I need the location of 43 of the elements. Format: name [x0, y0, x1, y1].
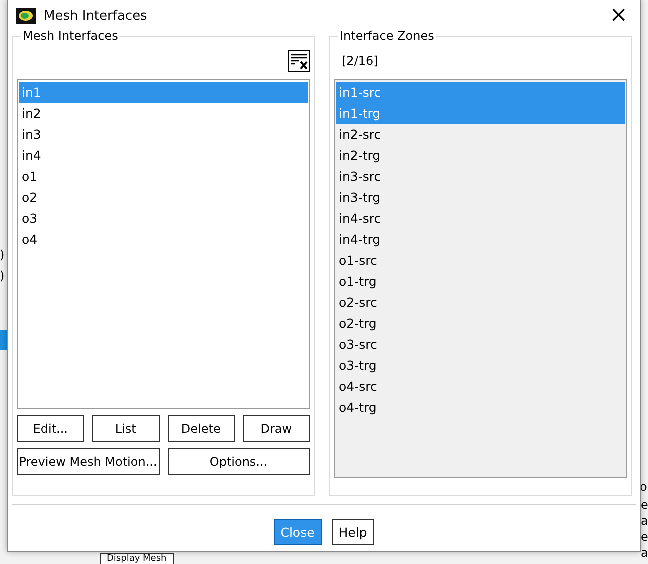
list-item[interactable]: in4-trg	[336, 229, 625, 250]
background-text: )	[0, 248, 5, 262]
list-item[interactable]: o1-src	[336, 250, 625, 271]
background-text: e	[641, 498, 648, 512]
list-item[interactable]: o4-src	[336, 376, 625, 397]
list-item[interactable]: o3-src	[336, 334, 625, 355]
list-item[interactable]: in4-src	[336, 208, 625, 229]
action-button[interactable]: Options...	[168, 448, 310, 475]
action-button[interactable]: Draw	[242, 415, 310, 442]
list-item[interactable]: o4	[19, 229, 308, 250]
list-item[interactable]: in4	[19, 145, 308, 166]
clear-filter-icon[interactable]	[288, 50, 310, 72]
list-item[interactable]: in2	[19, 103, 308, 124]
list-item[interactable]: o1-trg	[336, 271, 625, 292]
background-text: )	[0, 269, 5, 283]
selection-count: [2/16]	[341, 54, 378, 68]
list-item[interactable]: o2-src	[336, 292, 625, 313]
list-item[interactable]: in2-src	[336, 124, 625, 145]
group-title: Mesh Interfaces	[21, 29, 120, 43]
background-text: a	[641, 514, 648, 528]
list-item[interactable]: o2-trg	[336, 313, 625, 334]
list-item[interactable]: in3-trg	[336, 187, 625, 208]
help-button[interactable]: Help	[332, 519, 374, 545]
list-item[interactable]: o3-trg	[336, 355, 625, 376]
action-button[interactable]: Delete	[168, 415, 235, 442]
action-button[interactable]: List	[92, 415, 160, 442]
window-title: Mesh Interfaces	[44, 8, 148, 24]
action-button[interactable]: Preview Mesh Motion...	[17, 448, 160, 475]
action-button[interactable]: Edit...	[17, 415, 84, 442]
display-mesh-button[interactable]: Display Mesh	[100, 553, 174, 564]
list-item[interactable]: o4-trg	[336, 397, 625, 418]
close-button[interactable]: ×	[606, 5, 632, 27]
list-item[interactable]: in3-src	[336, 166, 625, 187]
list-item[interactable]: in3	[19, 124, 308, 145]
group-title: Interface Zones	[338, 29, 436, 43]
background-text: e	[641, 530, 648, 544]
list-item[interactable]: in2-trg	[336, 145, 625, 166]
list-item[interactable]: o3	[19, 208, 308, 229]
background-text: ol	[640, 480, 648, 494]
app-logo-icon	[16, 8, 36, 24]
list-item[interactable]: o2	[19, 187, 308, 208]
background-text: a	[641, 546, 648, 560]
list-item[interactable]: o1	[19, 166, 308, 187]
